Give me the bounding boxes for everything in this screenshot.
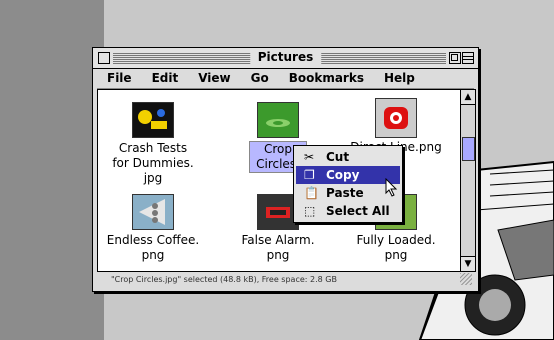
endless-coffee-thumb bbox=[132, 194, 174, 230]
menu-help[interactable]: Help bbox=[374, 69, 425, 88]
pictures-window: Pictures File Edit View Go Bookmarks Hel… bbox=[92, 47, 479, 292]
mouse-cursor-icon bbox=[385, 178, 398, 197]
desktop-background bbox=[0, 0, 104, 340]
menu-view[interactable]: View bbox=[188, 69, 240, 88]
menu-item-label: Copy bbox=[326, 168, 360, 182]
window-title: Pictures bbox=[249, 50, 322, 64]
file-area[interactable]: Crash Tests for Dummies. jpg Crop Circle… bbox=[97, 89, 461, 272]
menu-item-label: Cut bbox=[326, 150, 350, 164]
direct-line-thumb bbox=[375, 98, 417, 138]
crash-test-thumb bbox=[132, 102, 174, 138]
copy-icon: ❐ bbox=[304, 168, 315, 182]
menu-item-label: Paste bbox=[326, 186, 364, 200]
file-name: Crash Tests for Dummies. jpg bbox=[112, 141, 194, 185]
select-all-icon: ⬚ bbox=[304, 204, 316, 218]
file-name: Fully Loaded. png bbox=[356, 233, 436, 262]
context-menu-cut[interactable]: ✂ Cut bbox=[296, 148, 400, 166]
menu-bar: File Edit View Go Bookmarks Help bbox=[97, 69, 474, 89]
menu-item-label: Select All bbox=[326, 204, 390, 218]
scroll-down-arrow-icon[interactable]: ▼ bbox=[461, 256, 475, 271]
file-item[interactable]: Endless Coffee. png bbox=[98, 194, 208, 263]
menu-bookmarks[interactable]: Bookmarks bbox=[279, 69, 374, 88]
menu-go[interactable]: Go bbox=[241, 69, 279, 88]
file-item[interactable]: Crash Tests for Dummies. jpg bbox=[98, 102, 208, 186]
close-box-icon[interactable] bbox=[98, 52, 110, 64]
collapse-box-icon[interactable] bbox=[462, 52, 474, 64]
status-bar: "Crop Circles.jpg" selected (48.8 kB), F… bbox=[97, 272, 474, 287]
paste-icon: 📋 bbox=[304, 186, 319, 200]
context-menu-select-all[interactable]: ⬚ Select All bbox=[296, 202, 400, 220]
status-text: "Crop Circles.jpg" selected (48.8 kB), F… bbox=[111, 275, 337, 284]
menu-file[interactable]: File bbox=[97, 69, 142, 88]
scroll-up-arrow-icon[interactable]: ▲ bbox=[461, 90, 475, 105]
resize-grip-icon[interactable] bbox=[460, 273, 472, 285]
vertical-scrollbar[interactable]: ▲ ▼ bbox=[460, 89, 476, 272]
title-bar[interactable]: Pictures bbox=[93, 48, 478, 69]
file-name: False Alarm. png bbox=[241, 233, 315, 262]
file-name: Endless Coffee. png bbox=[106, 233, 200, 262]
scissors-icon: ✂ bbox=[304, 150, 315, 164]
crop-circles-thumb bbox=[257, 102, 299, 138]
zoom-box-icon[interactable] bbox=[449, 52, 461, 64]
scroll-thumb[interactable] bbox=[462, 137, 475, 161]
menu-edit[interactable]: Edit bbox=[142, 69, 189, 88]
